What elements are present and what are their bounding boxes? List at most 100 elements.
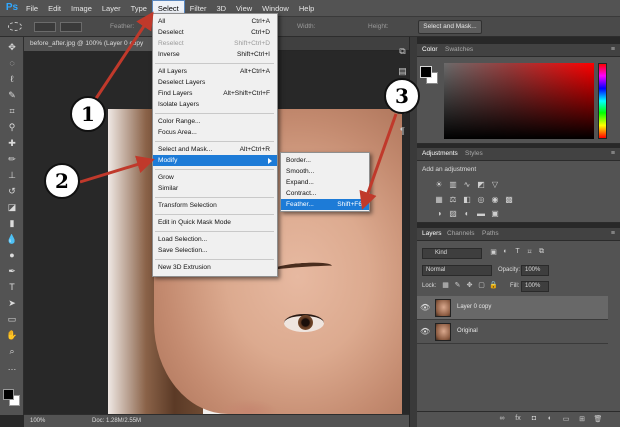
menu-edit[interactable]: Edit	[43, 0, 66, 17]
link-layers-icon[interactable]: ∞	[497, 415, 507, 425]
lock-all-icon[interactable]: 🔒	[489, 281, 498, 291]
tab-styles[interactable]: Styles	[465, 150, 483, 157]
menu-item-select-and-mask[interactable]: Select and Mask... Alt+Ctrl+R	[153, 144, 277, 155]
menu-file[interactable]: File	[21, 0, 43, 17]
tab-layers[interactable]: Layers	[422, 230, 442, 237]
eyedropper-tool-icon[interactable]: ⚲	[4, 121, 20, 134]
healing-brush-icon[interactable]: ✚	[4, 137, 20, 150]
menu-image[interactable]: Image	[66, 0, 97, 17]
tab-swatches[interactable]: Swatches	[445, 46, 473, 53]
menu-item-expand[interactable]: Expand...	[281, 177, 369, 188]
menu-item-save-selection[interactable]: Save Selection...	[153, 245, 277, 256]
lock-position-icon[interactable]: ✥	[465, 281, 474, 291]
new-layer-icon[interactable]: ⊞	[577, 415, 587, 425]
selective-color-icon[interactable]: ▣	[490, 209, 500, 219]
opacity-input[interactable]: 100%	[521, 265, 549, 276]
menu-item-deselect[interactable]: Deselect Ctrl+D	[153, 27, 277, 38]
new-group-icon[interactable]: ▭	[561, 415, 571, 425]
menu-item-modify[interactable]: Modify	[153, 155, 277, 166]
vibrance-icon[interactable]: ▽	[490, 180, 500, 190]
posterize-icon[interactable]: ▨	[448, 209, 458, 219]
menu-item-focus-area[interactable]: Focus Area...	[153, 127, 277, 138]
clone-stamp-icon[interactable]: ⊥	[4, 169, 20, 182]
menu-layer[interactable]: Layer	[97, 0, 126, 17]
more-tools-icon[interactable]: …	[4, 361, 20, 374]
menu-item-border[interactable]: Border...	[281, 155, 369, 166]
menu-item-inverse[interactable]: Inverse Shift+Ctrl+I	[153, 49, 277, 60]
layer-style-icon[interactable]: fx	[513, 415, 523, 425]
hue-slider[interactable]	[598, 63, 607, 139]
threshold-icon[interactable]: ◐	[462, 209, 472, 219]
foreground-color-swatch[interactable]	[3, 389, 14, 400]
menu-item-deselect-layers[interactable]: Deselect Layers	[153, 77, 277, 88]
smart-object-filter-icon[interactable]: ⧉	[537, 248, 546, 258]
history-brush-icon[interactable]: ↺	[4, 185, 20, 198]
pixel-filter-icon[interactable]: ▣	[489, 248, 498, 258]
menu-item-color-range[interactable]: Color Range...	[153, 116, 277, 127]
properties-panel-icon[interactable]: ▤	[396, 65, 409, 78]
menu-type[interactable]: Type	[126, 0, 152, 17]
new-adjustment-icon[interactable]: ◐	[545, 415, 555, 425]
menu-item-find-layers[interactable]: Find Layers Alt+Shift+Ctrl+F	[153, 88, 277, 99]
panel-foreground-swatch[interactable]	[420, 66, 432, 78]
layer-row[interactable]: 👁 Original	[417, 320, 608, 344]
gradient-map-icon[interactable]: ▬	[476, 209, 486, 219]
crop-tool-icon[interactable]: ⌗	[4, 105, 20, 118]
panel-menu-icon[interactable]: ≡	[611, 230, 615, 237]
blend-mode-select[interactable]: Normal	[422, 265, 492, 276]
menu-item-all-layers[interactable]: All Layers Alt+Ctrl+A	[153, 66, 277, 77]
tab-color[interactable]: Color	[422, 46, 438, 53]
brush-tool-icon[interactable]: ✏	[4, 153, 20, 166]
move-tool-icon[interactable]: ✥	[4, 41, 20, 54]
menu-item-contract[interactable]: Contract...	[281, 188, 369, 199]
layer-row[interactable]: 👁 Layer 0 copy	[417, 296, 608, 320]
path-selection-icon[interactable]: ➤	[4, 297, 20, 310]
channel-mixer-icon[interactable]: ◉	[490, 195, 500, 205]
visibility-eye-icon[interactable]: 👁	[420, 327, 430, 337]
history-panel-icon[interactable]: ⧉	[396, 45, 409, 58]
gradient-tool-icon[interactable]: ▮	[4, 217, 20, 230]
tab-channels[interactable]: Channels	[447, 230, 474, 237]
type-tool-icon[interactable]: T	[4, 281, 20, 294]
color-spectrum[interactable]	[444, 63, 594, 139]
menu-item-load-selection[interactable]: Load Selection...	[153, 234, 277, 245]
blur-tool-icon[interactable]: 💧	[4, 233, 20, 246]
color-balance-icon[interactable]: ⚖	[448, 195, 458, 205]
marquee-tool-icon[interactable]: ◌	[4, 57, 20, 70]
pen-tool-icon[interactable]: ✒	[4, 265, 20, 278]
eraser-tool-icon[interactable]: ◪	[4, 201, 20, 214]
lock-artboard-icon[interactable]: ▢	[477, 281, 486, 291]
shape-filter-icon[interactable]: ⌑	[525, 248, 534, 258]
document-tab-title[interactable]: before_after.jpg @ 100% (Layer 0 copy	[30, 40, 158, 47]
invert-icon[interactable]: ◑	[434, 209, 444, 219]
layer-name[interactable]: Original	[457, 328, 478, 334]
panel-menu-icon[interactable]: ≡	[611, 46, 615, 53]
type-filter-icon[interactable]: T	[513, 248, 522, 258]
black-white-icon[interactable]: ◧	[462, 195, 472, 205]
lasso-tool-icon[interactable]: ℓ	[4, 73, 20, 86]
add-mask-icon[interactable]: ◘	[529, 415, 539, 425]
menu-item-new-3d-extrusion[interactable]: New 3D Extrusion	[153, 262, 277, 273]
menu-item-grow[interactable]: Grow	[153, 172, 277, 183]
levels-icon[interactable]: ▥	[448, 180, 458, 190]
menu-item-all[interactable]: All Ctrl+A	[153, 16, 277, 27]
dodge-tool-icon[interactable]: ●	[4, 249, 20, 262]
menu-item-quick-mask[interactable]: Edit in Quick Mask Mode	[153, 217, 277, 228]
adjustment-filter-icon[interactable]: ◐	[501, 248, 510, 258]
rectangle-tool-icon[interactable]: ▭	[4, 313, 20, 326]
menu-help[interactable]: Help	[294, 0, 319, 17]
add-selection-icon[interactable]	[60, 22, 82, 32]
menu-item-transform-selection[interactable]: Transform Selection	[153, 200, 277, 211]
elliptical-marquee-icon[interactable]	[8, 22, 22, 31]
lock-transparent-icon[interactable]: ▦	[441, 281, 450, 291]
paragraph-panel-icon[interactable]: ¶	[396, 125, 409, 138]
menu-item-isolate-layers[interactable]: Isolate Layers	[153, 99, 277, 110]
hue-saturation-icon[interactable]: ▦	[434, 195, 444, 205]
photo-filter-icon[interactable]: ◎	[476, 195, 486, 205]
delete-layer-icon[interactable]: 🗑	[593, 415, 603, 425]
curves-icon[interactable]: ∿	[462, 180, 472, 190]
zoom-tool-icon[interactable]: ⌕	[4, 345, 20, 358]
select-and-mask-button[interactable]: Select and Mask...	[418, 20, 482, 34]
zoom-level[interactable]: 100%	[30, 418, 45, 424]
new-selection-icon[interactable]	[34, 22, 56, 32]
